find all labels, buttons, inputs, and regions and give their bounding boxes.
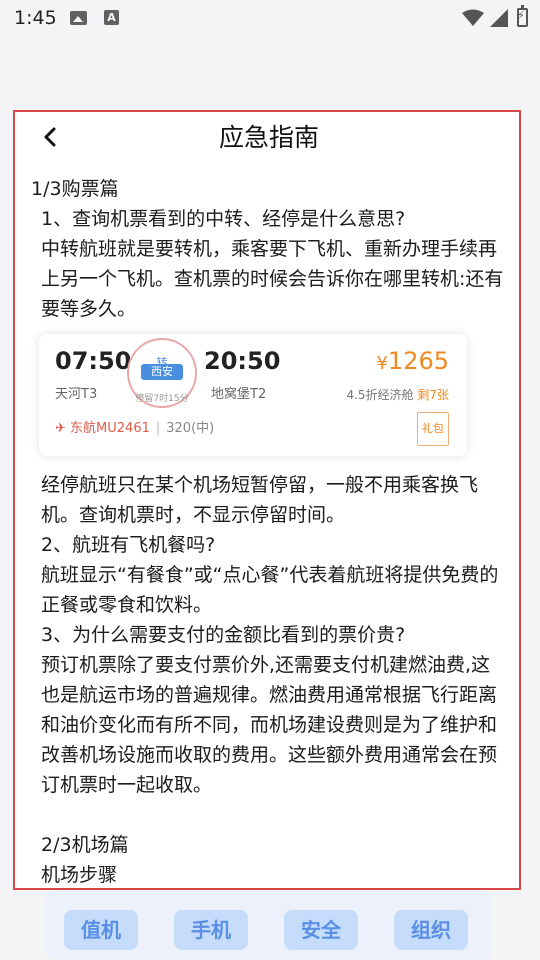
battery-icon xyxy=(517,5,528,27)
bottom-nav-item-org[interactable]: 组织 xyxy=(394,910,468,950)
section-heading: 1/3购票篇 xyxy=(31,178,119,200)
arrival-terminal: 地窝堡T2 xyxy=(211,387,267,402)
aircraft-model: 320(中) xyxy=(166,421,215,436)
airline-info: ✈ 东航MU2461 | 320(中) xyxy=(55,421,215,436)
answer: 经停航班只在某个机场短暂停留，一般不用乘客换飞机。查询机票时，不显示停留时间。 xyxy=(41,474,479,526)
ticket-example-card: 07:50 天河T3 转 西安 停留7时15分 20:50 地窝堡T2 ¥126… xyxy=(39,334,467,456)
gift-badge: 礼包 xyxy=(417,412,449,446)
section-line: 机场步骤 xyxy=(41,864,118,886)
signal-icon xyxy=(490,9,508,27)
a-notification-icon: A xyxy=(104,10,119,25)
guide-content[interactable]: 1/3购票篇 1、查询机票看到的中转、经停是什么意思? 中转航班就是要转机，乘客… xyxy=(31,174,509,890)
departure-time: 07:50 xyxy=(55,347,132,375)
guide-dialog: 应急指南 1/3购票篇 1、查询机票看到的中转、经停是什么意思? 中转航班就是要… xyxy=(13,110,521,890)
price-currency: ¥ xyxy=(376,353,388,374)
airline-logo-icon: ✈ xyxy=(55,421,66,436)
wifi-icon xyxy=(462,9,484,26)
status-time: 1:45 xyxy=(14,7,57,29)
price-value: 1265 xyxy=(387,347,449,375)
bottom-nav-item-phone[interactable]: 手机 xyxy=(174,910,248,950)
section-heading: 2/3机场篇 xyxy=(41,834,129,856)
bottom-nav-item-checkin[interactable]: 值机 xyxy=(64,910,138,950)
ticket-price: ¥1265 xyxy=(376,346,449,379)
seats-left: 剩7张 xyxy=(417,388,449,402)
departure-terminal: 天河T3 xyxy=(55,387,98,402)
question: 2、航班有飞机餐吗? xyxy=(41,534,216,556)
answer: 中转航班就是要转机，乘客要下飞机、重新办理手续再上另一个飞机。查机票的时候会告诉… xyxy=(41,238,504,320)
arrival-time: 20:50 xyxy=(204,347,281,375)
transfer-stay: 停留7时15分 xyxy=(135,394,189,404)
answer: 预订机票除了要支付票价外,还需要支付机建燃油费,这也是航运市场的普遍规律。燃油费… xyxy=(41,654,498,796)
discount-info: 4.5折经济舱 剩7张 xyxy=(346,380,449,410)
flight-number: 东航MU2461 xyxy=(70,421,150,436)
bottom-nav: 值机 手机 安全 组织 xyxy=(46,890,492,960)
answer: 航班显示“有餐食”或“点心餐”代表着航班将提供免费的正餐或零食和饮料。 xyxy=(41,564,499,616)
photo-icon xyxy=(70,11,87,25)
transfer-city: 西安 xyxy=(141,364,183,380)
status-bar: 1:45 A xyxy=(0,0,540,36)
question: 1、查询机票看到的中转、经停是什么意思? xyxy=(41,208,406,230)
transfer-stamp: 转 西安 停留7时15分 xyxy=(127,338,197,408)
question: 3、为什么需要支付的金额比看到的票价贵? xyxy=(41,624,406,646)
bottom-nav-item-security[interactable]: 安全 xyxy=(284,910,358,950)
page-title: 应急指南 xyxy=(218,123,319,152)
discount-label: 4.5折经济舱 xyxy=(346,388,414,402)
